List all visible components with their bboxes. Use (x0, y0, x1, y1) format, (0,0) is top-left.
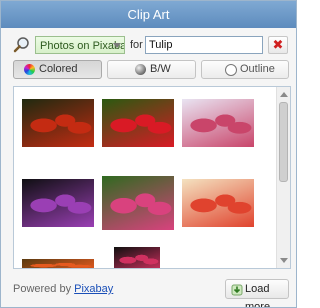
thumbnail-partial-2[interactable] (114, 247, 160, 268)
clip-art-panel: Clip Art Photos on Pixabay for ✖ Colored… (0, 0, 297, 308)
search-query-input[interactable] (145, 36, 263, 54)
filter-bw-label: B/W (150, 63, 171, 75)
thumbnail-tulip-field-colorful[interactable] (182, 179, 254, 227)
powered-by-label: Powered by (13, 283, 72, 295)
filter-outline-label: Outline (240, 63, 275, 75)
panel-title: Clip Art (1, 1, 296, 28)
powered-by: Powered by Pixabay (13, 283, 113, 295)
scroll-down-arrow-icon[interactable] (280, 258, 288, 263)
thumbnail-partial-1[interactable] (22, 259, 94, 268)
filter-colored-button[interactable]: Colored (13, 60, 102, 79)
color-wheel-icon (24, 64, 35, 75)
scroll-up-arrow-icon[interactable] (280, 92, 288, 97)
results-scrollbar[interactable] (276, 87, 290, 268)
source-select[interactable]: Photos on Pixabay (35, 36, 125, 54)
outline-circle-icon (225, 64, 237, 76)
load-more-label: Load more (245, 283, 271, 308)
filter-colored-label: Colored (39, 63, 78, 75)
thumbnail-purple-tulip[interactable] (22, 179, 94, 227)
chevron-down-icon (113, 43, 121, 48)
clear-search-button[interactable]: ✖ (268, 36, 288, 54)
thumbnail-red-tulip-closeup[interactable] (102, 99, 174, 147)
results-grid (13, 86, 291, 269)
search-row: Photos on Pixabay for ✖ (13, 36, 289, 56)
thumbnail-mixed-tulips[interactable] (182, 99, 254, 147)
filter-row: Colored B/W Outline (13, 60, 289, 80)
pixabay-link[interactable]: Pixabay (74, 283, 113, 295)
magnifier-icon (13, 36, 31, 54)
filter-outline-button[interactable]: Outline (201, 60, 289, 79)
filter-bw-button[interactable]: B/W (107, 60, 196, 79)
scroll-thumb[interactable] (279, 102, 288, 182)
thumbnail-red-tulips[interactable] (22, 99, 94, 147)
download-arrow-icon (231, 284, 243, 302)
bw-circle-icon (135, 64, 146, 75)
close-x-icon: ✖ (272, 37, 284, 52)
load-more-button[interactable]: Load more (225, 279, 289, 307)
thumbnail-pink-tulip-field[interactable] (102, 176, 174, 230)
for-label: for (130, 39, 143, 51)
